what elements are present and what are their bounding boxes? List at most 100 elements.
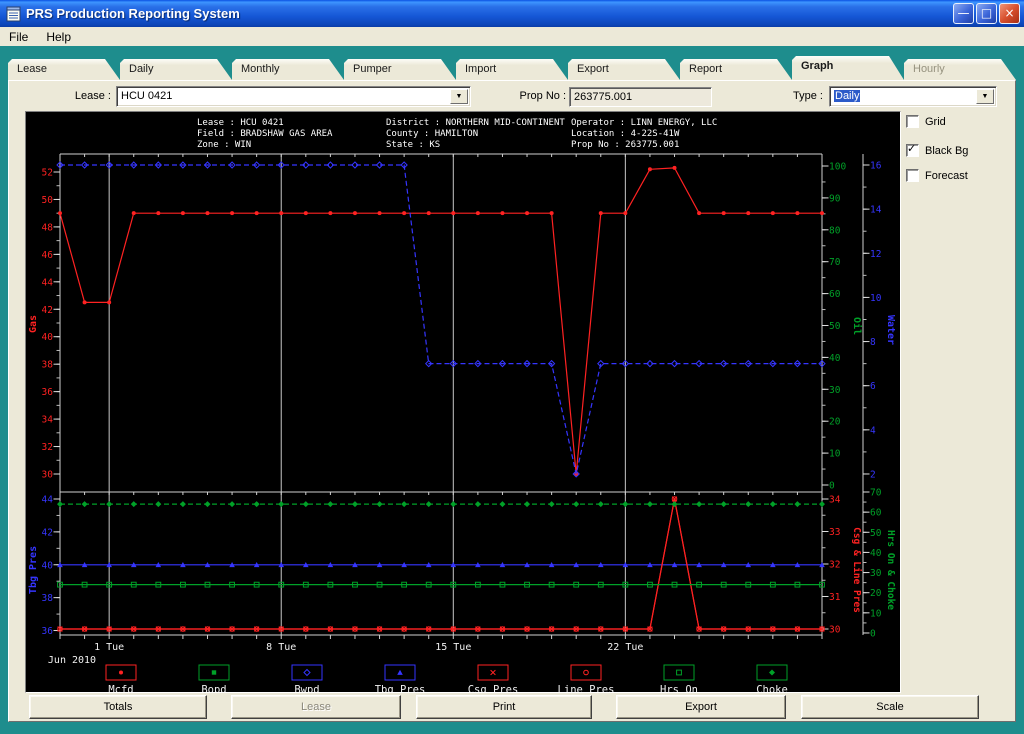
export-button[interactable]: Export	[616, 695, 786, 719]
tab-export[interactable]: Export	[568, 59, 680, 80]
svg-text:4: 4	[870, 425, 876, 436]
main-panel: Lease : HCU 0421 ▼ Prop No : 263775.001 …	[8, 80, 1016, 722]
svg-text:60: 60	[829, 289, 841, 300]
svg-text:42: 42	[42, 527, 53, 538]
propno-field[interactable]: 263775.001	[569, 87, 712, 107]
minimize-button[interactable]: —	[953, 3, 974, 24]
svg-text:Bopd: Bopd	[201, 684, 226, 692]
tab-monthly[interactable]: Monthly	[232, 59, 344, 80]
svg-text:County : HAMILTON: County : HAMILTON	[386, 129, 478, 139]
svg-text:Location : 4-22S-41W: Location : 4-22S-41W	[571, 129, 680, 139]
svg-text:Csg Pres: Csg Pres	[468, 684, 519, 692]
propno-field-value: 263775.001	[574, 91, 633, 103]
title-bar: PRS Production Reporting System — □ ×	[0, 0, 1024, 27]
tab-report[interactable]: Report	[680, 59, 792, 80]
forecast-checkbox[interactable]: ✓	[906, 169, 919, 182]
svg-text:30: 30	[870, 568, 882, 579]
menu-bar: File Help	[0, 27, 1024, 47]
svg-text:70: 70	[829, 257, 841, 268]
svg-text:50: 50	[42, 195, 54, 206]
tab-strip: Lease Daily Monthly Pumper Import Export…	[8, 56, 1016, 80]
production-graph: 30 32 34 36 38 40 42 44 46 48 50 52 0 10 20 30 40 50 60 70 8…	[25, 111, 901, 693]
menu-file[interactable]: File	[0, 28, 37, 46]
lease-dropdown-arrow-icon[interactable]: ▼	[450, 89, 468, 104]
svg-text:34: 34	[42, 415, 54, 426]
lease-button[interactable]: Lease	[231, 695, 401, 719]
close-button[interactable]: ×	[999, 3, 1020, 24]
lease-combobox-value: HCU 0421	[121, 90, 173, 102]
totals-button[interactable]: Totals	[29, 695, 207, 719]
svg-text:40: 40	[42, 560, 54, 571]
svg-text:State : KS: State : KS	[386, 140, 440, 150]
svg-text:30: 30	[829, 625, 841, 636]
svg-text:Prop No : 263775.001: Prop No : 263775.001	[571, 140, 679, 150]
svg-text:70: 70	[870, 488, 882, 499]
svg-text:48: 48	[42, 222, 54, 233]
tab-graph[interactable]: Graph	[792, 56, 904, 80]
svg-text:32: 32	[829, 560, 840, 571]
svg-text:Tbg Pres: Tbg Pres	[28, 546, 39, 594]
svg-text:10: 10	[870, 293, 882, 304]
svg-text:Jun 2010: Jun 2010	[48, 655, 96, 666]
window-title: PRS Production Reporting System	[26, 6, 240, 21]
svg-text:30: 30	[829, 385, 841, 396]
tab-hourly[interactable]: Hourly	[904, 59, 1016, 80]
maximize-button[interactable]: □	[976, 3, 997, 24]
svg-text:52: 52	[42, 168, 53, 179]
client-area: Lease Daily Monthly Pumper Import Export…	[0, 46, 1024, 734]
svg-text:8 Tue: 8 Tue	[266, 642, 296, 653]
svg-text:42: 42	[42, 305, 53, 316]
svg-text:50: 50	[829, 321, 841, 332]
grid-checkbox[interactable]: ✓	[906, 115, 919, 128]
print-button[interactable]: Print	[416, 695, 592, 719]
svg-text:Gas: Gas	[28, 315, 39, 333]
type-dropdown-arrow-icon[interactable]: ▼	[976, 89, 994, 104]
svg-text:Hrs On & Choke: Hrs On & Choke	[885, 530, 896, 610]
lease-label: Lease :	[74, 90, 111, 102]
scale-button[interactable]: Scale	[801, 695, 979, 719]
tab-lease[interactable]: Lease	[8, 59, 120, 80]
svg-text:50: 50	[870, 528, 882, 539]
production-graph-svg: 3032343638404244464850520102030405060708…	[28, 118, 896, 692]
tab-daily[interactable]: Daily	[120, 59, 232, 80]
svg-text:Bwpd: Bwpd	[294, 684, 319, 692]
svg-text:Line Pres: Line Pres	[558, 684, 615, 692]
svg-text:44: 44	[42, 495, 54, 506]
forecast-option[interactable]: ✓ Forecast	[906, 169, 968, 182]
svg-text:Oil: Oil	[851, 317, 863, 335]
forecast-checkbox-label: Forecast	[925, 169, 968, 182]
menu-help[interactable]: Help	[37, 28, 80, 46]
svg-text:Tbg Pres: Tbg Pres	[375, 684, 426, 692]
tab-pumper[interactable]: Pumper	[344, 59, 456, 80]
svg-text:Choke: Choke	[756, 684, 788, 692]
svg-text:15 Tue: 15 Tue	[435, 642, 471, 653]
svg-text:12: 12	[870, 249, 881, 260]
svg-text:36: 36	[42, 387, 54, 398]
svg-text:44: 44	[42, 277, 54, 288]
app-icon	[6, 6, 21, 21]
svg-text:0: 0	[829, 481, 835, 492]
svg-text:Csg & Line Pres: Csg & Line Pres	[851, 527, 862, 613]
svg-text:34: 34	[829, 495, 841, 506]
svg-text:20: 20	[829, 417, 841, 428]
svg-text:Field : BRADSHAW GAS AREA: Field : BRADSHAW GAS AREA	[197, 129, 333, 139]
blackbg-option[interactable]: ✓ Black Bg	[906, 142, 968, 157]
svg-text:22 Tue: 22 Tue	[607, 642, 643, 653]
svg-text:40: 40	[42, 332, 54, 343]
blackbg-checkbox[interactable]: ✓	[906, 142, 919, 157]
grid-option[interactable]: ✓ Grid	[906, 115, 946, 128]
svg-text:Hrs On: Hrs On	[660, 684, 698, 692]
svg-text:District : NORTHERN MID-CONTIN: District : NORTHERN MID-CONTINENT	[386, 118, 565, 128]
svg-text:16: 16	[870, 161, 882, 172]
svg-text:31: 31	[829, 592, 841, 603]
svg-text:38: 38	[42, 360, 54, 371]
svg-text:0: 0	[870, 628, 876, 639]
svg-text:10: 10	[870, 608, 882, 619]
type-combobox[interactable]: Daily ▼	[829, 86, 997, 107]
lease-combobox[interactable]: HCU 0421 ▼	[116, 86, 471, 107]
tab-import[interactable]: Import	[456, 59, 568, 80]
type-label: Type :	[793, 90, 823, 102]
propno-label: Prop No :	[519, 90, 566, 102]
svg-text:40: 40	[870, 548, 882, 559]
svg-text:Operator : LINN ENERGY, LLC: Operator : LINN ENERGY, LLC	[571, 118, 717, 128]
